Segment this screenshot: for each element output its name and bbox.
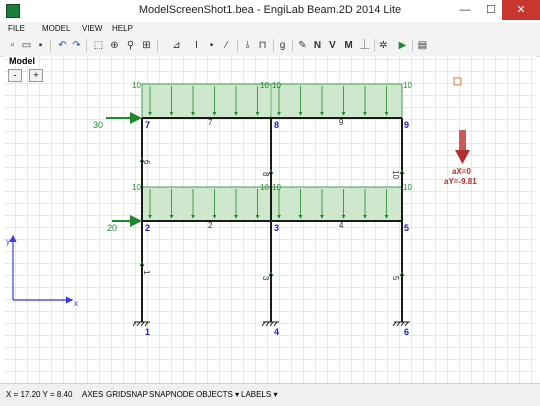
toolbar-separator [157,39,158,52]
panel-title: Model [8,56,36,66]
pencil-icon[interactable]: ✎ [296,39,309,52]
toolbar: ▫ ▭ ▪ ↶ ↷ ⬚ ⊕ ⚲ ⊞ ⊿ I • ⁄ ⫰ ⊓ g ✎ N V M … [0,36,540,57]
model-canvas[interactable] [4,56,536,383]
deformed-icon[interactable]: ⏊ [358,39,371,52]
menu-view[interactable]: VIEW [82,24,102,33]
select-icon[interactable]: ⬚ [92,39,105,52]
open-file-icon[interactable]: ▭ [20,39,33,52]
redo-icon[interactable]: ↷ [70,39,83,52]
moment-diagram-icon[interactable]: M [342,39,355,52]
objects-dropdown[interactable]: OBJECTS ▾ [196,390,239,399]
zoom-icon[interactable]: ⚲ [124,39,137,52]
node-icon[interactable]: • [205,39,218,52]
shear-diagram-icon[interactable]: N [311,39,324,52]
grid-toggle[interactable]: GRID [106,390,126,399]
minimize-button[interactable]: — [452,0,478,20]
toolbar-separator [86,39,87,52]
run-icon[interactable]: ▶ [396,39,409,52]
dimension-icon[interactable]: I [190,39,203,52]
measure-icon[interactable]: ⊿ [170,39,183,52]
toolbar-separator [292,39,293,52]
report-icon[interactable]: ▤ [416,39,429,52]
status-bar: X = 17.20 Y = 8.40 AXES GRID SNAP SNAPNO… [0,383,540,406]
new-file-icon[interactable]: ▫ [6,39,19,52]
save-icon[interactable]: ▪ [34,39,47,52]
toolbar-separator [374,39,375,52]
menu-bar: FILE MODEL VIEW HELP [0,22,540,36]
zoom-in-button[interactable]: + [29,69,43,82]
axes-toggle[interactable]: AXES [82,390,103,399]
element-icon[interactable]: ⁄ [220,39,233,52]
snap-toggle[interactable]: SNAP [126,390,148,399]
support-icon[interactable]: ⫰ [241,39,254,52]
menu-file[interactable]: FILE [8,24,25,33]
toolbar-separator [50,39,51,52]
toolbar-separator [273,39,274,52]
toolbar-separator [412,39,413,52]
labels-dropdown[interactable]: LABELS ▾ [241,390,277,399]
zoom-extents-icon[interactable]: ⊕ [108,39,121,52]
close-button[interactable]: ✕ [502,0,540,20]
menu-model[interactable]: MODEL [42,24,70,33]
zoom-window-icon[interactable]: ⊞ [140,39,153,52]
axial-diagram-icon[interactable]: V [326,39,339,52]
toolbar-separator [237,39,238,52]
gravity-icon[interactable]: g [276,39,289,52]
cursor-coordinates: X = 17.20 Y = 8.40 [6,390,73,399]
settings-icon[interactable]: ✲ [377,39,390,52]
zoom-out-button[interactable]: - [8,69,22,82]
menu-help[interactable]: HELP [112,24,133,33]
hinge-icon[interactable]: ⊓ [256,39,269,52]
title-bar: ModelScreenShot1.bea - EngiLab Beam.2D 2… [0,0,540,23]
snapnode-toggle[interactable]: SNAPNODE [149,390,194,399]
undo-icon[interactable]: ↶ [56,39,69,52]
maximize-button[interactable]: ☐ [478,0,504,20]
